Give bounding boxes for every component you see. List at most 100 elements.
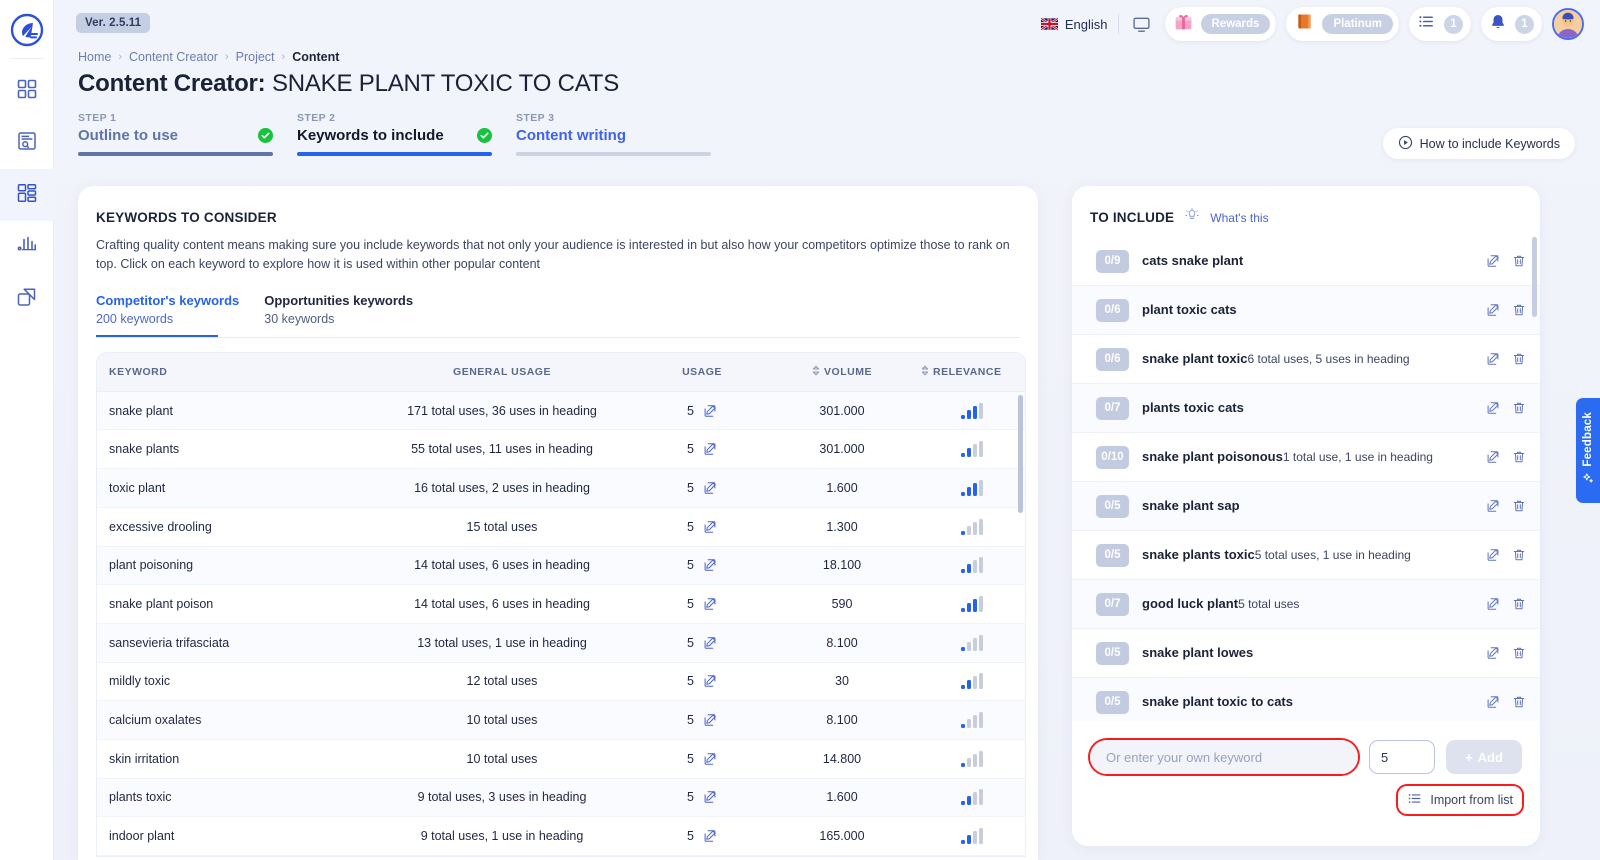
tasks-button[interactable]: 1	[1409, 7, 1471, 41]
edit-pencil-icon[interactable]	[1486, 254, 1500, 268]
whats-this-link[interactable]: What's this	[1210, 211, 1268, 225]
table-row[interactable]: mildly toxic12 total uses530+	[97, 662, 1025, 702]
cell-keyword[interactable]: plant poisoning	[97, 546, 367, 586]
cell-keyword[interactable]: snake plants	[97, 429, 367, 470]
step-2[interactable]: STEP 2 Keywords to include	[297, 112, 492, 156]
breadcrumb-item-content-creator[interactable]: Content Creator	[129, 50, 218, 64]
breadcrumb-item-project[interactable]: Project	[236, 50, 275, 64]
trash-icon[interactable]	[1512, 548, 1526, 562]
trash-icon[interactable]	[1512, 254, 1526, 268]
edit-pencil-icon[interactable]	[1486, 695, 1500, 709]
table-row[interactable]: snake plant poison 14 total uses, 6 uses …	[97, 584, 1025, 624]
keyword-count-input[interactable]	[1369, 740, 1435, 774]
trash-icon[interactable]	[1512, 499, 1526, 513]
column-volume[interactable]: VOLUME	[767, 352, 917, 392]
edit-pencil-icon[interactable]	[703, 481, 717, 495]
column-keyword[interactable]: KEYWORD	[97, 352, 367, 392]
plan-button[interactable]: Platinum	[1286, 7, 1399, 41]
avatar[interactable]	[1552, 8, 1584, 40]
table-row[interactable]: calcium oxalates10 total uses58.100+	[97, 700, 1025, 740]
column-general-usage[interactable]: GENERAL USAGE	[367, 352, 637, 392]
list-item[interactable]: 0/6 plant toxic cats	[1072, 286, 1540, 335]
edit-pencil-icon[interactable]	[1486, 499, 1500, 513]
edit-pencil-icon[interactable]	[1486, 401, 1500, 415]
edit-pencil-icon[interactable]	[703, 404, 717, 418]
edit-pencil-icon[interactable]	[703, 790, 717, 804]
table-scrollbar[interactable]	[1018, 394, 1023, 513]
table-row[interactable]: snake plants 55 total uses, 11 uses in he…	[97, 429, 1025, 470]
sidebar-item-dashboard[interactable]	[0, 65, 54, 117]
tab-competitors-keywords[interactable]: Competitor's keywords 200 keywords	[96, 293, 239, 337]
sidebar-item-content-creator[interactable]	[0, 169, 54, 221]
list-item[interactable]: 0/7 good luck plant5 total uses	[1072, 580, 1540, 629]
list-item[interactable]: 0/5 snake plant toxic to cats	[1072, 678, 1540, 721]
step-3[interactable]: STEP 3 Content writing	[516, 112, 711, 156]
list-item[interactable]: 0/9 cats snake plant	[1072, 237, 1540, 286]
feedback-tab[interactable]: Feedback	[1576, 398, 1600, 503]
edit-pencil-icon[interactable]	[703, 442, 717, 456]
column-relevance[interactable]: RELEVANCE	[917, 352, 1025, 392]
list-item[interactable]: 0/6 snake plant toxic6 total uses, 5 uses…	[1072, 335, 1540, 384]
cell-keyword[interactable]: snake plant poison	[97, 584, 367, 624]
trash-icon[interactable]	[1512, 597, 1526, 611]
import-from-list-button[interactable]: Import from list	[1398, 786, 1522, 814]
cell-keyword[interactable]: indoor plant	[97, 816, 367, 856]
edit-pencil-icon[interactable]	[703, 636, 717, 650]
language-selector[interactable]: English	[1040, 17, 1108, 32]
how-to-include-keywords-button[interactable]: How to include Keywords	[1382, 128, 1575, 159]
table-row[interactable]: sansevieria trifasciata 13 total uses, 1 …	[97, 623, 1025, 663]
trash-icon[interactable]	[1512, 646, 1526, 660]
cell-keyword[interactable]: skin irritation	[97, 739, 367, 779]
table-row[interactable]: snake plant 171 total uses, 36 uses in he…	[97, 391, 1025, 431]
table-row[interactable]: indoor plant 9 total uses, 1 use in headi…	[97, 816, 1025, 856]
edit-pencil-icon[interactable]	[1486, 597, 1500, 611]
list-item[interactable]: 0/10 snake plant poisonous1 total use, 1 …	[1072, 433, 1540, 482]
list-item[interactable]: 0/7 plants toxic cats	[1072, 384, 1540, 433]
edit-pencil-icon[interactable]	[1486, 352, 1500, 366]
edit-pencil-icon[interactable]	[703, 713, 717, 727]
rewards-button[interactable]: Rewards	[1164, 7, 1277, 41]
edit-pencil-icon[interactable]	[703, 520, 717, 534]
table-row[interactable]: plant poisoning 14 total uses, 6 uses in …	[97, 546, 1025, 586]
cell-keyword[interactable]: excessive drooling	[97, 507, 367, 547]
table-row[interactable]: skin irritation10 total uses514.800+	[97, 739, 1025, 779]
step-1[interactable]: STEP 1 Outline to use	[78, 112, 273, 156]
monitor-icon[interactable]	[1129, 11, 1155, 37]
sidebar-item-research[interactable]	[0, 117, 54, 169]
trash-icon[interactable]	[1512, 303, 1526, 317]
edit-pencil-icon[interactable]	[703, 558, 717, 572]
edit-pencil-icon[interactable]	[703, 829, 717, 843]
sidebar-item-analytics[interactable]	[0, 221, 54, 273]
edit-pencil-icon[interactable]	[1486, 303, 1500, 317]
column-usage[interactable]: USAGE	[637, 352, 767, 392]
edit-pencil-icon[interactable]	[703, 674, 717, 688]
add-keyword-button[interactable]: + Add	[1446, 740, 1522, 774]
cell-keyword[interactable]: snake plant	[97, 391, 367, 431]
list-item[interactable]: 0/5 snake plant sap	[1072, 482, 1540, 531]
cell-keyword[interactable]: calcium oxalates	[97, 700, 367, 740]
breadcrumb-item-home[interactable]: Home	[78, 50, 111, 64]
edit-pencil-icon[interactable]	[1486, 548, 1500, 562]
trash-icon[interactable]	[1512, 695, 1526, 709]
app-logo-icon[interactable]	[7, 10, 47, 50]
tab-opportunities-keywords[interactable]: Opportunities keywords 30 keywords	[264, 293, 413, 337]
table-row[interactable]: plants toxic 9 total uses, 3 uses in head…	[97, 778, 1025, 818]
notifications-button[interactable]: 1	[1481, 7, 1542, 41]
table-row[interactable]: toxic plant 16 total uses, 2 uses in head…	[97, 468, 1025, 508]
cell-keyword[interactable]: mildly toxic	[97, 662, 367, 702]
trash-icon[interactable]	[1512, 450, 1526, 464]
edit-pencil-icon[interactable]	[1486, 450, 1500, 464]
trash-icon[interactable]	[1512, 352, 1526, 366]
cell-keyword[interactable]: toxic plant	[97, 468, 367, 508]
sidebar-item-assets[interactable]	[0, 273, 54, 325]
list-item[interactable]: 0/5 snake plant lowes	[1072, 629, 1540, 678]
table-row[interactable]: excessive drooling15 total uses51.300+	[97, 507, 1025, 547]
edit-pencil-icon[interactable]	[703, 597, 717, 611]
to-include-scrollbar[interactable]	[1532, 237, 1537, 317]
list-item[interactable]: 0/5 snake plants toxic5 total uses, 1 use…	[1072, 531, 1540, 580]
trash-icon[interactable]	[1512, 401, 1526, 415]
edit-pencil-icon[interactable]	[1486, 646, 1500, 660]
cell-keyword[interactable]: plants toxic	[97, 778, 367, 818]
edit-pencil-icon[interactable]	[703, 752, 717, 766]
cell-keyword[interactable]: sansevieria trifasciata	[97, 623, 367, 663]
